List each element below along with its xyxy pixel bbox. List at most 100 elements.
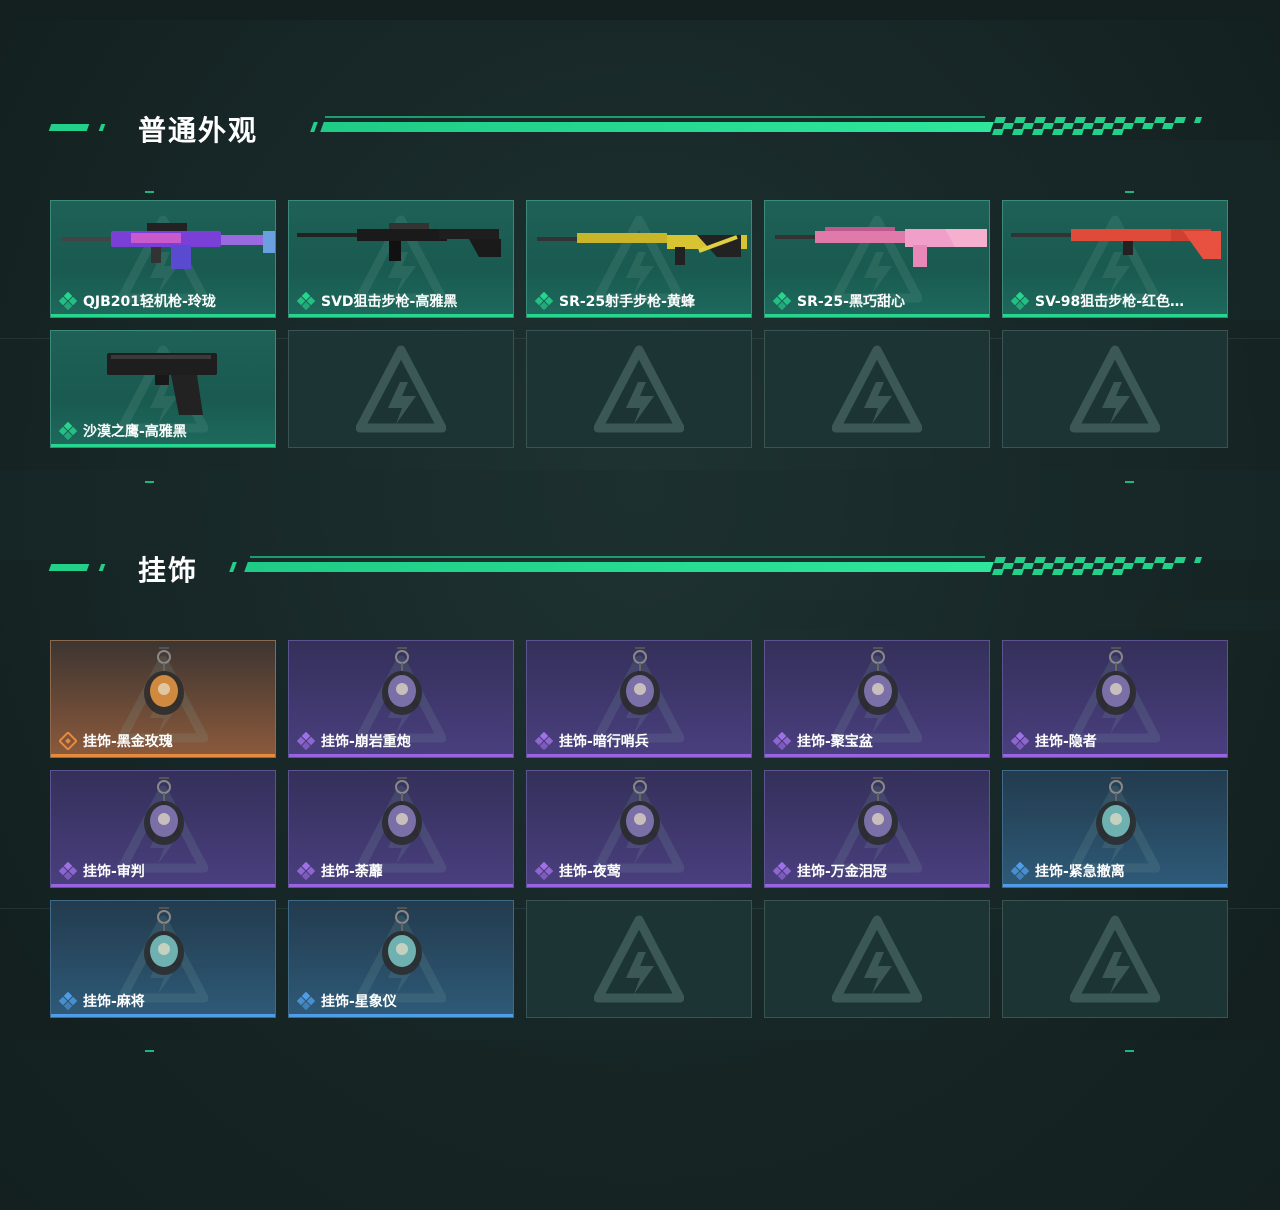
rarity-diamond-icon [1010, 291, 1030, 311]
charm-item-card[interactable]: 挂饰-黑金玫瑰 [50, 640, 276, 758]
empty-slot [1002, 900, 1228, 1018]
header-thin-line [250, 556, 985, 558]
charm-image [620, 647, 660, 715]
section-header-charms: 挂饰 [48, 554, 1210, 587]
pistol-skin-image [107, 353, 217, 415]
rarity-bar [51, 444, 275, 447]
rarity-diamond-icon [534, 861, 554, 881]
rarity-bar [1003, 884, 1227, 887]
rarity-bar [289, 314, 513, 317]
item-name: SVD狙击步枪-高雅黑 [321, 294, 458, 310]
charm-item-card[interactable]: 挂饰-崩岩重炮 [288, 640, 514, 758]
charm-item-card[interactable]: 挂饰-聚宝盆 [764, 640, 990, 758]
item-name: SR-25射手步枪-黄蜂 [559, 294, 695, 310]
rarity-bar [51, 1014, 275, 1017]
skin-item-card[interactable]: SR-25射手步枪-黄蜂 [526, 200, 752, 318]
item-name: 挂饰-紧急撤离 [1035, 864, 1125, 880]
charm-item-card[interactable]: 挂饰-紧急撤离 [1002, 770, 1228, 888]
top-bar [0, 0, 1280, 20]
rarity-diamond-icon [296, 291, 316, 311]
item-name: SR-25-黑巧甜心 [797, 294, 905, 310]
rarity-bar [527, 754, 751, 757]
item-name: 挂饰-暗行哨兵 [559, 734, 649, 750]
charm-item-card[interactable]: 挂饰-审判 [50, 770, 276, 888]
charm-item-card[interactable]: 挂饰-星象仪 [288, 900, 514, 1018]
rarity-bar [51, 314, 275, 317]
item-label-row: 挂饰-麻将 [58, 991, 145, 1011]
rarity-diamond-icon [772, 731, 792, 751]
item-label-row: 挂饰-星象仪 [296, 991, 397, 1011]
rarity-bar [765, 754, 989, 757]
rarity-diamond-icon [772, 291, 792, 311]
game-logo-watermark-icon [831, 344, 923, 434]
rarity-bar [527, 884, 751, 887]
rarity-bar [527, 314, 751, 317]
charm-image [858, 647, 898, 715]
item-label-row: 挂饰-紧急撤离 [1010, 861, 1125, 881]
charm-image [144, 647, 184, 715]
game-logo-watermark-icon [831, 914, 923, 1004]
header-accent [48, 124, 90, 131]
skin-item-card[interactable]: SVD狙击步枪-高雅黑 [288, 200, 514, 318]
skin-item-card[interactable]: 沙漠之鹰-高雅黑 [50, 330, 276, 448]
rifle-skin-image [61, 223, 275, 269]
corner-tick [1125, 481, 1134, 483]
sniper-skin-image [297, 223, 501, 261]
charm-image [382, 907, 422, 975]
charm-image [1096, 647, 1136, 715]
rarity-diamond-icon [534, 291, 554, 311]
header-progress-bar [244, 562, 994, 572]
empty-slot [764, 330, 990, 448]
item-label-row: 挂饰-聚宝盆 [772, 731, 873, 751]
rarity-bar [765, 884, 989, 887]
corner-tick [145, 191, 154, 193]
skin-item-card[interactable]: QJB201轻机枪-玲珑 [50, 200, 276, 318]
rarity-bar [289, 1014, 513, 1017]
charm-item-card[interactable]: 挂饰-暗行哨兵 [526, 640, 752, 758]
checker-pattern [992, 557, 1202, 575]
item-label-row: SR-25-黑巧甜心 [772, 291, 905, 311]
item-name: 沙漠之鹰-高雅黑 [83, 424, 187, 440]
rarity-diamond-icon [296, 861, 316, 881]
header-progress-bar [320, 122, 994, 132]
charm-image [144, 777, 184, 845]
charm-item-card[interactable]: 挂饰-麻将 [50, 900, 276, 1018]
checker-pattern [992, 117, 1202, 135]
item-label-row: SR-25射手步枪-黄蜂 [534, 291, 695, 311]
item-label-row: 挂饰-暗行哨兵 [534, 731, 649, 751]
empty-slot [764, 900, 990, 1018]
rarity-bar [289, 884, 513, 887]
charm-image [858, 777, 898, 845]
charm-item-card[interactable]: 挂饰-万金泪冠 [764, 770, 990, 888]
skin-item-card[interactable]: SR-25-黑巧甜心 [764, 200, 990, 318]
rarity-diamond-icon [58, 861, 78, 881]
item-name: SV-98狙击步枪-红色… [1035, 294, 1185, 310]
item-name: 挂饰-麻将 [83, 994, 145, 1010]
item-label-row: 挂饰-隐者 [1010, 731, 1097, 751]
charm-item-card[interactable]: 挂饰-隐者 [1002, 640, 1228, 758]
game-logo-watermark-icon [355, 344, 447, 434]
item-name: 挂饰-黑金玫瑰 [83, 734, 173, 750]
charm-item-card[interactable]: 挂饰-夜莺 [526, 770, 752, 888]
item-label-row: 挂饰-万金泪冠 [772, 861, 887, 881]
rarity-diamond-icon [58, 421, 78, 441]
rarity-bar [51, 884, 275, 887]
rarity-diamond-icon [772, 861, 792, 881]
section-header-skins: 普通外观 [48, 114, 1210, 147]
rarity-diamond-icon [58, 991, 78, 1011]
rarity-bar [51, 754, 275, 757]
item-label-row: 挂饰-荼蘼 [296, 861, 383, 881]
item-label-row: 挂饰-崩岩重炮 [296, 731, 411, 751]
game-logo-watermark-icon [1069, 344, 1161, 434]
skin-item-card[interactable]: SV-98狙击步枪-红色… [1002, 200, 1228, 318]
rarity-diamond-icon [1010, 731, 1030, 751]
rarity-diamond-icon [296, 731, 316, 751]
game-logo-watermark-icon [1069, 914, 1161, 1004]
header-thin-line [325, 116, 985, 118]
rarity-diamond-icon [58, 731, 78, 751]
charm-image [382, 647, 422, 715]
rarity-bar [289, 754, 513, 757]
charm-item-card[interactable]: 挂饰-荼蘼 [288, 770, 514, 888]
corner-tick [1125, 191, 1134, 193]
empty-slot [526, 900, 752, 1018]
